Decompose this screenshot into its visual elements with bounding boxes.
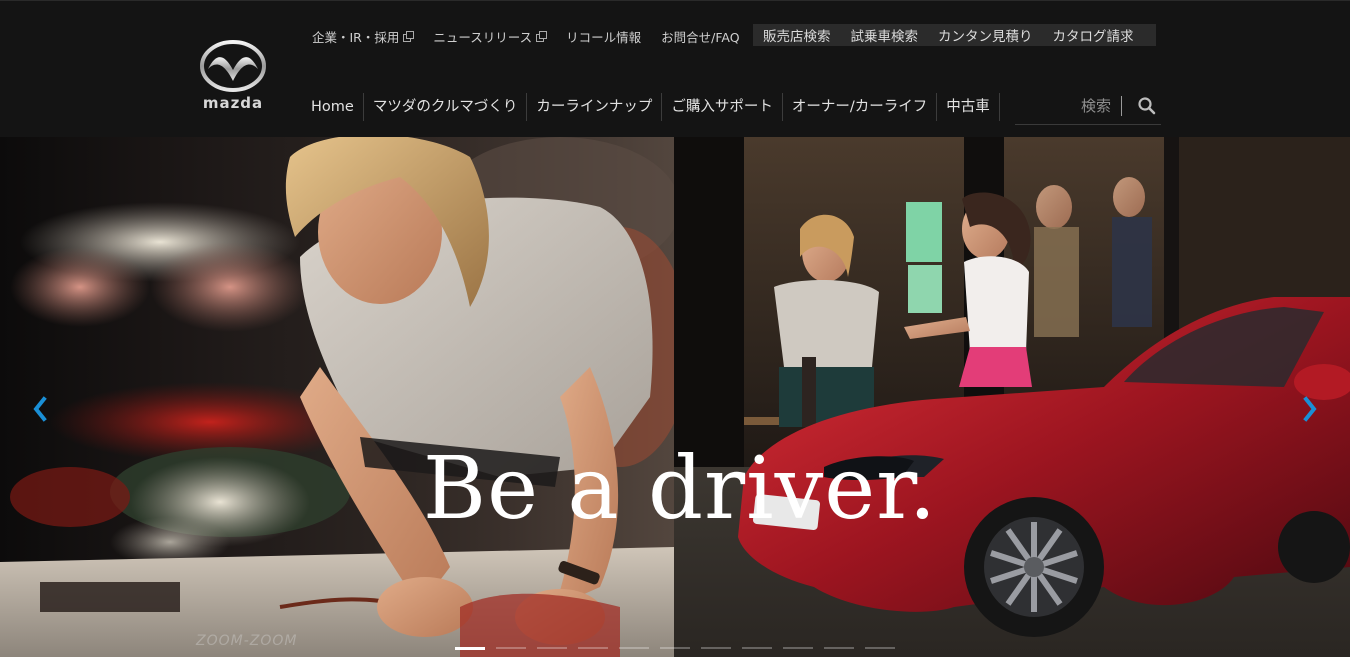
search-icon: [1138, 97, 1156, 115]
carousel-indicator-6[interactable]: [660, 647, 690, 649]
link-recall-info[interactable]: リコール情報: [566, 27, 641, 46]
carousel-indicator-11[interactable]: [865, 647, 895, 649]
nav-home[interactable]: Home: [311, 93, 364, 121]
carousel-next-button[interactable]: [1298, 394, 1322, 424]
carousel-indicator-10[interactable]: [824, 647, 854, 649]
chevron-right-icon: [1303, 396, 1317, 422]
carousel-indicators: [455, 647, 906, 651]
mazda-logo[interactable]: mazda: [192, 39, 274, 115]
link-label: お問合せ/FAQ: [661, 29, 740, 45]
search-divider: [1121, 96, 1122, 116]
utility-links: 企業・IR・採用 ニュースリリース リコール情報 お問合せ/FAQ: [312, 27, 760, 45]
link-label: ニュースリリース: [433, 29, 533, 45]
nav-car-lineup[interactable]: カーラインナップ: [527, 93, 663, 121]
search-button[interactable]: [1137, 96, 1157, 116]
link-corporate-ir-recruit[interactable]: 企業・IR・採用: [312, 27, 415, 46]
mazda-emblem-icon: [200, 40, 266, 92]
carousel-indicator-8[interactable]: [742, 647, 772, 649]
carousel-indicator-4[interactable]: [578, 647, 608, 649]
zoom-zoom-watermark: ZOOM-ZOOM: [196, 633, 298, 649]
carousel-prev-button[interactable]: [28, 394, 52, 424]
hero-photo-roadster-street: [674, 137, 1350, 657]
link-contact-faq[interactable]: お問合せ/FAQ: [661, 27, 739, 46]
nav-purchase-support[interactable]: ご購入サポート: [662, 93, 783, 121]
mazda-wordmark: mazda: [202, 94, 264, 112]
hero-carousel: ZOOM-ZOOM Be a driver.: [0, 137, 1350, 657]
nav-mazda-carmaking[interactable]: マツダのクルマづくり: [364, 93, 528, 121]
link-label: 企業・IR・採用: [312, 29, 400, 45]
search-input[interactable]: [1015, 94, 1111, 118]
quick-estimate-button[interactable]: カンタン見積り: [938, 25, 1033, 45]
carousel-indicator-5[interactable]: [619, 647, 649, 649]
carousel-indicator-2[interactable]: [496, 647, 526, 649]
carousel-indicator-3[interactable]: [537, 647, 567, 649]
nav-used-cars[interactable]: 中古車: [937, 93, 1000, 121]
nav-owner-carlife[interactable]: オーナー/カーライフ: [783, 93, 938, 121]
link-news-release[interactable]: ニュースリリース: [433, 27, 548, 46]
catalog-request-button[interactable]: カタログ請求: [1053, 25, 1134, 45]
link-label: リコール情報: [566, 29, 642, 45]
quick-actions: 販売店検索 試乗車検索 カンタン見積り カタログ請求: [753, 24, 1156, 46]
hero-photo-fabric-workshop: ZOOM-ZOOM: [0, 137, 674, 657]
carousel-indicator-7[interactable]: [701, 647, 731, 649]
external-link-icon: [536, 31, 548, 42]
roadster-street-illustration: [674, 137, 1350, 657]
carousel-indicator-1[interactable]: [455, 647, 485, 650]
main-nav: Home マツダのクルマづくり カーラインナップ ご購入サポート オーナー/カー…: [311, 92, 1000, 122]
carousel-indicator-9[interactable]: [783, 647, 813, 649]
hero-headline: Be a driver.: [422, 439, 938, 539]
site-header: mazda 企業・IR・採用 ニュースリリース リコール情報 お問合せ/FAQ …: [0, 0, 1350, 137]
test-drive-search-button[interactable]: 試乗車検索: [851, 25, 919, 45]
search-box: [1015, 91, 1161, 125]
fabric-workshop-illustration: [0, 137, 674, 657]
dealer-search-button[interactable]: 販売店検索: [763, 25, 831, 45]
chevron-left-icon: [33, 396, 47, 422]
external-link-icon: [403, 31, 415, 42]
